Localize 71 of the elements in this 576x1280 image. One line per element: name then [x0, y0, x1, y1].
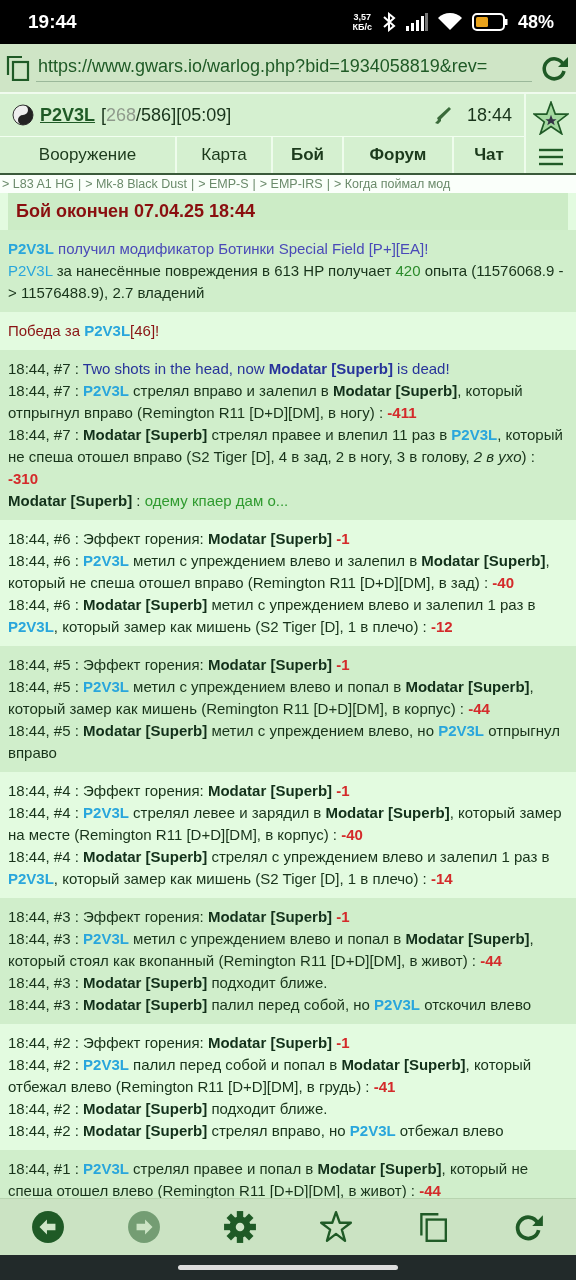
settings-button[interactable] [223, 1210, 257, 1244]
breadcrumb-link[interactable]: > EMP-S [198, 177, 249, 191]
player-link[interactable]: P2V3L [8, 618, 54, 635]
log-line: 18:44, #2 : P2V3L палил перед собой и попал в Modatar [Superb], который отбежал влево (Remington R11 [D+D][DM], в грудь) : -41 [8, 1055, 533, 1097]
nav-tab[interactable]: Вооружение [0, 137, 177, 173]
star-icon[interactable] [533, 100, 569, 135]
log-line: 18:44, #2 : Эффект горения: Modatar [Superb] -1 [8, 1033, 351, 1053]
log-line: 18:44, #4 : Эффект горения: Modatar [Superb] -1 [8, 781, 351, 801]
signal-icon [405, 13, 428, 31]
breadcrumb-link[interactable]: > L83 A1 HG [2, 177, 74, 191]
log-line: P2V3L получил модификатор Ботинки Special Field [P+][EA]! [8, 239, 430, 259]
nav-tab[interactable]: Чат [454, 137, 524, 173]
status-time: 19:44 [28, 11, 78, 33]
player-link[interactable]: P2V3L [8, 240, 54, 257]
player-link[interactable]: P2V3L [83, 1056, 129, 1073]
log-line: 18:44, #3 : P2V3L метил с упреждением влево и попал в Modatar [Superb], который стоял как вкопанный (Remington R11 [D+D][DM], в живот) : -44 [8, 929, 535, 971]
log-line: 18:44, #5 : Modatar [Superb] метил с упреждением влево, но P2V3L отпрыгнул вправо [8, 721, 561, 763]
log-line: 18:44, #6 : P2V3L метил с упреждением влево и залепил в Modatar [Superb], который не спеша отошел вправо (Remington R11 [D+D][DM], в зад) : -40 [8, 551, 551, 593]
breadcrumb-separator: | [190, 177, 195, 191]
player-link[interactable]: P2V3L [349, 1122, 396, 1139]
player-link[interactable]: P2V3L [83, 930, 129, 947]
nav-tab[interactable]: Карта [177, 137, 273, 173]
wifi-icon [437, 13, 462, 31]
yin-yang-icon [12, 104, 34, 126]
log-line: 18:44, #3 : Эффект горения: Modatar [Superb] -1 [8, 907, 351, 927]
log-line: 18:44, #6 : Эффект горения: Modatar [Superb] -1 [8, 529, 351, 549]
breadcrumb-separator: | [252, 177, 256, 191]
breadcrumb-link[interactable]: > EMP-IRS [259, 177, 323, 191]
player-link[interactable]: P2V3L [83, 552, 129, 569]
log-line: 18:44, #7 : Two shots in the head, now Modatar [Superb] is dead! [8, 359, 451, 379]
log-line: P2V3L за нанесённые повреждения в 613 HP получает 420 опыта (11576068.9 -> 11576488.9), 2.7 владений [8, 261, 565, 303]
log-line: 18:44, #4 : Modatar [Superb] стрелял с упреждением влево и залепил 1 раз в P2V3L, который замер как мишень (S2 Tiger [D], 1 в плечо) : -14 [8, 847, 551, 889]
log-line: 18:44, #5 : Эффект горения: Modatar [Superb] -1 [8, 655, 351, 675]
breadcrumb-separator: | [77, 177, 82, 191]
player-link[interactable]: P2V3L [83, 1160, 129, 1177]
player-link[interactable]: P2V3L [438, 722, 484, 739]
log-line: 18:44, #7 : P2V3L стрелял вправо и залепил в Modatar [Superb], который отпрыгнул вправо (Remington R11 [D+D][DM], в ногу) : -411 [8, 381, 524, 423]
battery-icon [471, 13, 508, 31]
log-line: Победа за P2V3L[46]! [8, 321, 161, 341]
log-line: 18:44, #4 : P2V3L стрелял левее и зарядил в Modatar [Superb], который замер на месте (Remington R11 [D+D][DM], в корпус) : -40 [8, 803, 563, 845]
network-speed: 3,57 КБ/с [352, 12, 372, 32]
tabs-icon[interactable] [6, 55, 30, 81]
player-link[interactable]: P2V3L [8, 262, 53, 279]
log-line: 18:44, #7 : Modatar [Superb] стрелял правее и влепил 11 раз в P2V3L, который не спеша отошел вправо (S2 Tiger [D], 4 в зад, 2 в ногу, 3 в голову, 2 в ухо) : -310 [8, 425, 564, 489]
breadcrumb-separator: | [326, 177, 330, 191]
log-line: 18:44, #3 : Modatar [Superb] подходит ближе. [8, 973, 329, 993]
nav-tab[interactable]: Форум [344, 137, 454, 173]
player-link[interactable]: P2V3L [40, 104, 96, 126]
bluetooth-icon [381, 12, 396, 32]
bookmark-button[interactable] [319, 1210, 353, 1244]
battery-percent: 48% [517, 11, 554, 33]
player-link[interactable]: P2V3L [83, 678, 129, 695]
breadcrumb-link[interactable]: > Mk-8 Black Dust [85, 177, 187, 191]
player-stats: [268/586][05:09] [101, 104, 233, 126]
player-link[interactable]: P2V3L [83, 804, 129, 821]
battle-title: Бой окончен 07.04.25 18:44 [8, 193, 568, 230]
log-line: 18:44, #6 : Modatar [Superb] метил с упреждением влево и залепил 1 раз в P2V3L, который замер как мишень (S2 Tiger [D], 1 в плечо) : -12 [8, 595, 537, 637]
back-button[interactable] [31, 1210, 65, 1244]
log-line: Modatar [Superb] : одему кпаер дам о... [8, 491, 290, 511]
clock-time: 18:44 [466, 104, 512, 126]
breadcrumb-link[interactable]: > Когда поймал мод [333, 177, 451, 191]
player-link[interactable]: P2V3L [8, 870, 54, 887]
log-line: 18:44, #3 : Modatar [Superb] палил перед собой, но P2V3L отскочил влево [8, 995, 533, 1015]
player-link[interactable]: P2V3L [374, 996, 420, 1013]
player-link[interactable]: P2V3L [83, 382, 129, 399]
player-link[interactable]: P2V3L [84, 322, 131, 339]
log-line: 18:44, #5 : P2V3L метил с упреждением влево и попал в Modatar [Superb], который замер как мишень (Remington R11 [D+D][DM], в корпус) : -44 [8, 677, 535, 719]
nav-tab[interactable]: Бой [273, 137, 344, 173]
log-line: 18:44, #2 : Modatar [Superb] подходит ближе. [8, 1099, 329, 1119]
log-line: 18:44, #2 : Modatar [Superb] стрелял вправо, но P2V3L отбежал влево [8, 1121, 505, 1141]
menu-icon[interactable] [538, 148, 564, 167]
